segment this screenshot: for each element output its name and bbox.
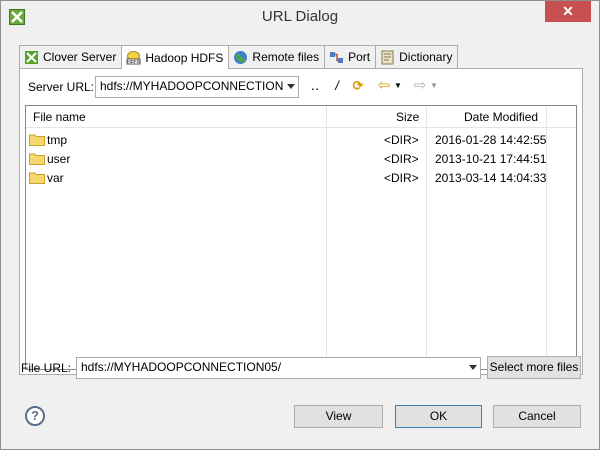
tab-port[interactable]: Port (324, 45, 377, 68)
tab-bar: Clover Server HDFS Hadoop HDFS Remote fi… (19, 45, 459, 69)
tab-hadoop-hdfs[interactable]: HDFS Hadoop HDFS (121, 45, 230, 69)
file-url-value: hdfs://MYHADOOPCONNECTION05/ (81, 360, 282, 374)
tab-label: Remote files (252, 50, 320, 64)
tab-dictionary[interactable]: Dictionary (375, 45, 459, 68)
table-header: File name Size Date Modified (26, 106, 576, 128)
globe-icon (233, 50, 248, 65)
file-table: File name Size Date Modified tmp <DIR> 2… (25, 105, 577, 370)
file-name-cell: var (47, 171, 64, 185)
folder-icon (29, 171, 45, 184)
forward-arrow-icon[interactable]: ⇨ (412, 77, 428, 95)
header-file-name[interactable]: File name (33, 106, 86, 128)
header-size[interactable]: Size (396, 106, 419, 128)
file-url-label: File URL: (21, 361, 72, 375)
title-bar[interactable]: URL Dialog ✕ (1, 1, 599, 35)
tab-clover-server[interactable]: Clover Server (19, 45, 123, 68)
back-arrow-icon[interactable]: ⇦ (376, 77, 392, 95)
view-button[interactable]: View (294, 405, 383, 428)
date-cell: 2013-03-14 14:04:33 (435, 171, 547, 185)
folder-icon (29, 152, 45, 165)
root-dir-button[interactable]: / (332, 77, 342, 95)
file-name-cell: user (47, 152, 71, 166)
help-icon[interactable]: ? (25, 406, 45, 426)
clover-server-icon (24, 50, 39, 65)
size-cell: <DIR> (384, 171, 419, 185)
folder-icon (29, 133, 45, 146)
date-cell: 2013-10-21 17:44:51 (435, 152, 547, 166)
window-title: URL Dialog (261, 8, 339, 25)
file-url-combo[interactable]: hdfs://MYHADOOPCONNECTION05/ (76, 357, 481, 379)
table-row[interactable]: tmp <DIR> 2016-01-28 14:42:55 (26, 131, 576, 150)
table-row[interactable]: user <DIR> 2013-10-21 17:44:51 (26, 150, 576, 169)
tab-label: Dictionary (399, 50, 453, 64)
cancel-button[interactable]: Cancel (493, 405, 581, 428)
refresh-icon[interactable]: ⟳ (350, 77, 366, 95)
server-url-row: Server URL: hdfs://MYHADOOPCONNECTION ‥ … (20, 69, 582, 105)
server-url-label: Server URL: (28, 80, 95, 94)
svg-text:HDFS: HDFS (128, 59, 140, 64)
chevron-down-icon[interactable] (287, 84, 295, 89)
url-dialog-window: URL Dialog ✕ Clover Server HDFS Hadoop H… (0, 0, 600, 450)
server-url-value: hdfs://MYHADOOPCONNECTION (100, 79, 284, 93)
dictionary-icon (380, 50, 395, 65)
port-icon (329, 50, 344, 65)
date-cell: 2016-01-28 14:42:55 (435, 133, 547, 147)
select-more-files-button[interactable]: Select more files (487, 356, 581, 379)
tab-label: Clover Server (43, 50, 117, 64)
close-button[interactable]: ✕ (545, 1, 591, 22)
hdfs-icon: HDFS (126, 50, 141, 65)
server-url-combo[interactable]: hdfs://MYHADOOPCONNECTION (95, 76, 299, 98)
tab-label: Port (348, 50, 371, 64)
chevron-down-icon[interactable] (469, 365, 477, 370)
size-cell: <DIR> (384, 152, 419, 166)
table-row[interactable]: var <DIR> 2013-03-14 14:04:33 (26, 169, 576, 188)
ok-button[interactable]: OK (395, 405, 482, 428)
tab-remote-files[interactable]: Remote files (228, 45, 326, 68)
header-date-modified[interactable]: Date Modified (464, 106, 538, 128)
hdfs-tab-panel: Server URL: hdfs://MYHADOOPCONNECTION ‥ … (19, 68, 583, 375)
size-cell: <DIR> (384, 133, 419, 147)
dialog-body: Clover Server HDFS Hadoop HDFS Remote fi… (9, 35, 591, 443)
file-name-cell: tmp (47, 133, 68, 147)
forward-history-dropdown-icon[interactable]: ▼ (429, 77, 439, 95)
tab-label: Hadoop HDFS (145, 50, 224, 65)
back-history-dropdown-icon[interactable]: ▼ (393, 77, 403, 95)
parent-dir-button[interactable]: ‥ (308, 77, 322, 95)
